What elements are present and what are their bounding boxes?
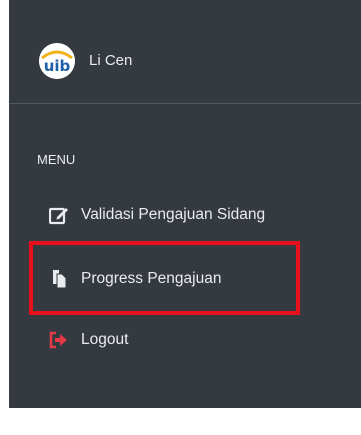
uib-logo-icon: uib — [39, 43, 75, 79]
user-panel: uib Li Cen — [9, 0, 361, 104]
sign-out-icon — [49, 330, 69, 350]
nav-item-label: Logout — [81, 331, 129, 348]
page-background — [0, 408, 361, 435]
user-name[interactable]: Li Cen — [89, 52, 132, 70]
nav-item-logout[interactable]: Logout — [35, 326, 355, 354]
nav-item-validasi-pengajuan-sidang[interactable]: Validasi Pengajuan Sidang — [35, 201, 355, 229]
highlight-box — [29, 241, 300, 315]
screenshot-frame: uib Li Cen MENU Validasi Pengajuan Sidan… — [0, 0, 361, 435]
uib-logo-avatar[interactable]: uib — [39, 43, 75, 79]
edit-icon — [48, 205, 69, 225]
svg-text:uib: uib — [44, 57, 71, 75]
nav-item-label: Validasi Pengajuan Sidang — [81, 206, 266, 223]
menu-header: MENU — [37, 152, 76, 167]
sidebar: uib Li Cen MENU Validasi Pengajuan Sidan… — [9, 0, 361, 408]
